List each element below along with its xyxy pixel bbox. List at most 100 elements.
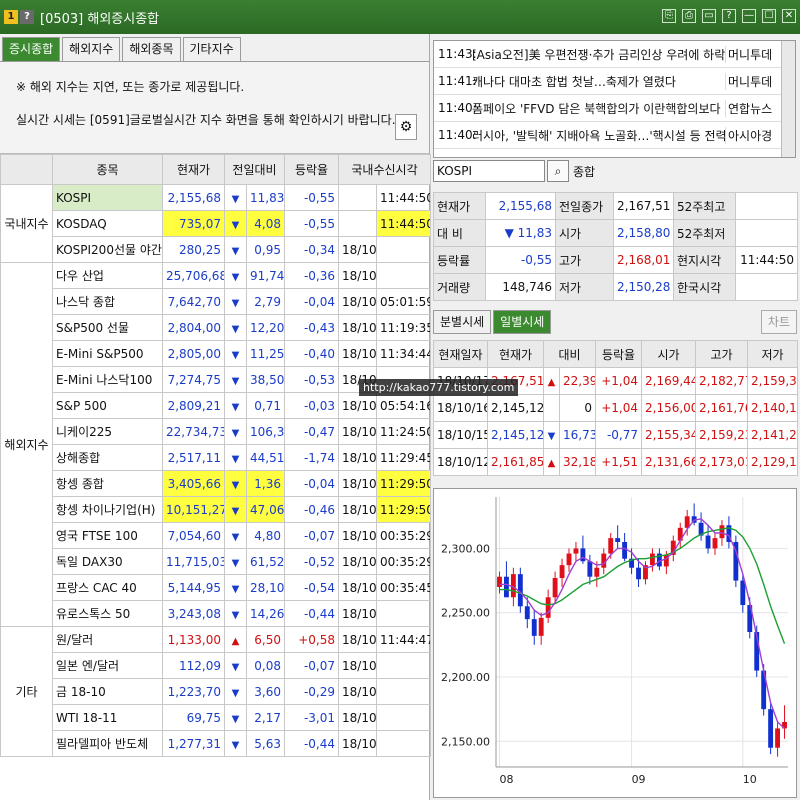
down-arrow-icon xyxy=(224,236,247,263)
table-row[interactable]: 18/10/122,161,85 32,18+1,512,131,662,173,… xyxy=(433,448,798,476)
help-badge[interactable]: ? xyxy=(20,10,34,24)
candlestick-chart: 2,300.00 2,250.00 2,200.00 2,150.00 08 09 10 xyxy=(441,497,788,786)
daily-change: 32,18 xyxy=(559,448,596,476)
col-header-price[interactable]: 현재가 xyxy=(487,340,544,368)
table-row[interactable]: 해외지수다우 산업25,706,6891,74-0,3618/10/17 xyxy=(0,262,432,627)
table-row[interactable]: 독일 DAX3011,715,03 61,52-0,5218/10/1800:35… xyxy=(1,548,432,575)
news-headline[interactable]: 폼페이오 'FFVD 담은 북핵합의가 이란핵합의보다 우월 xyxy=(470,100,725,117)
table-row[interactable]: 일본 엔/달러112,09 0,08-0,0718/10/18 xyxy=(1,652,432,679)
table-row[interactable]: KOSDAQ735,07 4,08-0,55 11:44:50 xyxy=(1,210,432,237)
table-row[interactable]: 금 18-101,223,70 3,60-0,2918/10/18 xyxy=(1,678,432,705)
tab-minute-price[interactable]: 분별시세 xyxy=(433,310,492,334)
col-header-change[interactable]: 대비 xyxy=(543,340,596,368)
candle-body xyxy=(524,606,530,620)
left-panel: 증시종합 해외지수 해외종목 기타지수 ※ 해외 지수는 지연, 또는 종가로 … xyxy=(0,34,432,800)
col-header-low[interactable]: 저가 xyxy=(747,340,798,368)
news-headline[interactable]: [Asia오전]美 우편전쟁·추가 금리인상 우려에 하락 xyxy=(470,46,725,63)
help-icon[interactable]: ? xyxy=(722,9,736,23)
index-table: 종목 현재가 전일대비 등락율 국내수신시각 국내지수 KOSPI 2,155,68… xyxy=(0,154,432,757)
col-header-time[interactable]: 국내수신시각 xyxy=(338,154,432,185)
maximize-icon[interactable]: ☐ xyxy=(762,9,776,23)
table-row[interactable]: 기타원/달러1,133,006,50+0,5818/10/1811:44:47 xyxy=(0,626,432,757)
row-change: 11,83 xyxy=(245,184,286,211)
row-name: 다우 산업 xyxy=(52,262,163,289)
col-header-price[interactable]: 현재가 xyxy=(162,154,225,185)
row-name: KOSPI200선물 야간 xyxy=(52,236,163,263)
daily-open: 2,131,66 xyxy=(641,448,696,476)
table-row[interactable]: S&P 5002,809,21 0,71-0,0318/10/1805:54:16 xyxy=(1,392,432,419)
col-header-date[interactable]: 현재일자 xyxy=(433,340,488,368)
table-row[interactable]: KOSPI200선물 야간280,25 0,95-0,3418/10/17 xyxy=(1,236,432,263)
symbol-input[interactable]: KOSPI xyxy=(433,160,545,182)
daily-price: 2,145,12 xyxy=(487,394,544,422)
table-row[interactable]: 상해종합2,517,11 44,51-1,7418/10/1811:29:45 xyxy=(1,444,432,471)
table-row[interactable]: S&P500 선물2,804,00 12,20-0,4318/10/1811:19… xyxy=(1,314,432,341)
row-time xyxy=(376,600,432,627)
candle-body xyxy=(636,567,641,580)
window-icon[interactable]: ▭ xyxy=(702,9,716,23)
row-time: 11:29:45 xyxy=(376,444,432,471)
table-row[interactable]: 니케이22522,734,73 106,39-0,4718/10/1811:24:… xyxy=(1,418,432,445)
candle-body xyxy=(775,728,781,748)
table-row[interactable]: 18/10/152,145,12 16,73-0,772,155,342,159,… xyxy=(433,421,798,449)
notice-line-2: 실시간 시세는 [0591]글로벌실시간 지수 화면을 통해 확인하시기 바랍니… xyxy=(16,113,396,127)
row-name: 나스닥 종합 xyxy=(52,288,163,315)
table-row[interactable]: 영국 FTSE 1007,054,60 4,80-0,0718/10/1800:3… xyxy=(1,522,432,549)
news-item[interactable]: 11:40: 러시아, '발틱해' 지배아욕 노골화…'핵시설 등 전력강 아시아경 xyxy=(434,122,795,149)
tab-daily-price[interactable]: 일별시세 xyxy=(493,310,552,334)
table-row[interactable]: WTI 18-1169,75 2,17-3,0118/10/18 xyxy=(1,704,432,731)
tab-other-index[interactable]: 기타지수 xyxy=(182,37,241,61)
news-headline[interactable]: 캐나다 대마초 합법 첫날…축제가 열렸다 xyxy=(470,73,725,90)
close-icon[interactable]: ✕ xyxy=(782,9,796,23)
daily-header-row: 현재일자 현재가 대비 등락율 시가 고가 저가 xyxy=(433,340,798,368)
row-price: 10,151,27 xyxy=(162,496,225,523)
table-row[interactable]: 유로스톡스 503,243,08 14,26-0,4418/10/17 xyxy=(1,600,432,627)
gear-icon[interactable]: ⚙ xyxy=(395,114,417,140)
table-row[interactable]: 국내지수KOSPI2,155,68 11,83-0,55 11:44:50 xyxy=(0,184,432,263)
chart-button[interactable]: 차트 xyxy=(760,310,797,334)
row-time: 05:01:59 xyxy=(376,288,432,315)
row-date: 18/10/18 xyxy=(338,496,378,523)
col-header-rate[interactable]: 등락율 xyxy=(595,340,642,368)
price-chart[interactable]: 2,300.00 2,250.00 2,200.00 2,150.00 08 09 10 xyxy=(433,488,797,798)
news-scrollbar[interactable] xyxy=(781,41,795,157)
table-row[interactable]: 18/10/16 2,145,12 0 +1,04 2,156,00 2,161,76 2,… xyxy=(433,394,798,422)
screen-number-badge[interactable]: 1 xyxy=(4,10,18,24)
daily-low: 2,141,28 xyxy=(747,421,798,449)
table-row[interactable]: 필라델피아 반도체1,277,31 5,63-0,4418/10/17 xyxy=(1,730,432,757)
news-item[interactable]: 11:41: 캐나다 대마초 합법 첫날…축제가 열렸다 머니투데 xyxy=(434,68,795,95)
search-icon[interactable]: ⌕ xyxy=(547,160,569,182)
quote-label: 52주최저 xyxy=(673,219,736,247)
row-date: 18/10/18 xyxy=(338,574,378,601)
table-row[interactable]: 나스닥 종합7,642,70 2,79-0,0418/10/1805:01:59 xyxy=(1,288,432,315)
news-headline[interactable]: 러시아, '발틱해' 지배아욕 노골화…'핵시설 등 전력강 xyxy=(470,127,725,144)
quote-label: 고가 xyxy=(555,246,614,274)
tab-overseas-stock[interactable]: 해외종목 xyxy=(122,37,181,61)
tab-overseas-index[interactable]: 해외지수 xyxy=(62,37,121,61)
quote-label: 등락률 xyxy=(433,246,486,274)
row-rate: -0,34 xyxy=(284,236,340,263)
row-change: 0,08 xyxy=(245,652,286,679)
col-header-high[interactable]: 고가 xyxy=(695,340,748,368)
row-change: 0,71 xyxy=(245,392,286,419)
news-item[interactable]: 11:43: [Asia오전]美 우편전쟁·추가 금리인상 우려에 하락 머니투데 xyxy=(434,41,795,68)
table-row[interactable]: 항셍 종합3,405,66 1,36-0,0418/10/1811:29:50 xyxy=(1,470,432,497)
minimize-icon[interactable]: — xyxy=(742,9,756,23)
x-tick-label: 08 xyxy=(499,773,513,786)
row-time: 11:24:50 xyxy=(376,418,432,445)
col-header-change[interactable]: 전일대비 xyxy=(223,154,286,185)
print-icon[interactable]: ⎙ xyxy=(682,9,696,23)
daily-change: 22,39 xyxy=(559,367,596,395)
down-arrow-icon xyxy=(224,392,247,419)
quote-row: 현재가 2,155,68 전일종가 2,167,51 52주최고 xyxy=(433,192,798,220)
row-change: 4,80 xyxy=(245,522,286,549)
col-header-rate[interactable]: 등락율 xyxy=(284,154,340,185)
table-row[interactable]: 프랑스 CAC 405,144,95 28,10-0,5418/10/1800:3… xyxy=(1,574,432,601)
news-item[interactable]: 11:40: 폼페이오 'FFVD 담은 북핵합의가 이란핵합의보다 우월 연합뉴스 xyxy=(434,95,795,122)
col-header-name[interactable]: 종목 xyxy=(52,154,163,185)
table-row[interactable]: 항셍 차이나기업(H)10,151,27 47,06-0,4618/10/1811… xyxy=(1,496,432,523)
table-row[interactable]: E-Mini S&P5002,805,00 11,25-0,4018/10/181… xyxy=(1,340,432,367)
tab-market-summary[interactable]: 증시종합 xyxy=(2,37,61,61)
col-header-open[interactable]: 시가 xyxy=(641,340,696,368)
copy-icon[interactable]: ⎘ xyxy=(662,9,676,23)
